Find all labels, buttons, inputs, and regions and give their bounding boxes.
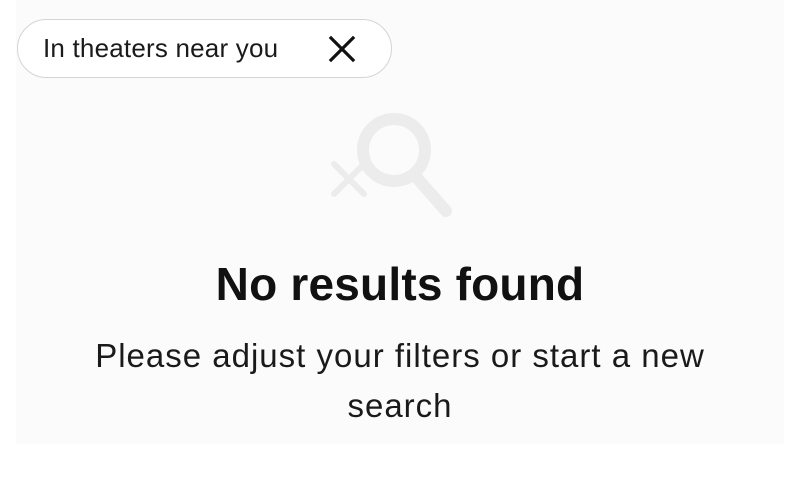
filter-chip-label: In theaters near you [43, 33, 279, 63]
close-icon[interactable] [326, 33, 358, 65]
filter-chip-in-theaters[interactable]: In theaters near you [17, 19, 392, 78]
search-no-results-icon [331, 113, 452, 217]
empty-state-message: Please adjust your filters or start a ne… [95, 337, 705, 424]
empty-state-title: No results found [215, 258, 585, 310]
